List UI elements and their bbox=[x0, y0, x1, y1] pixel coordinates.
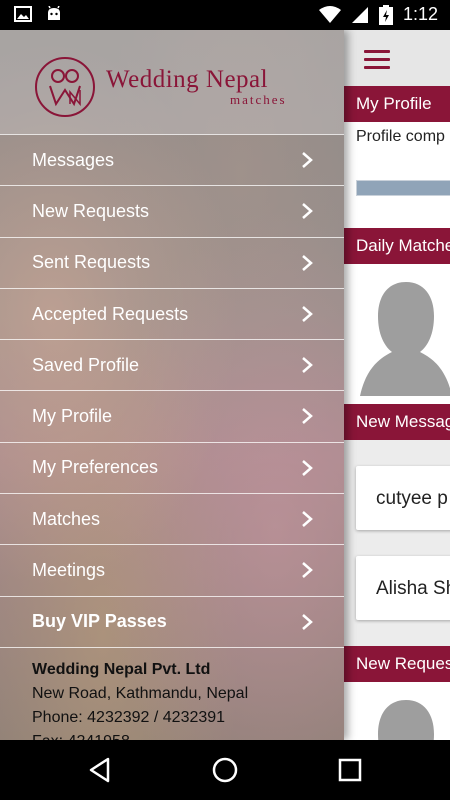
profile-complete-label: Profile comp bbox=[356, 128, 445, 145]
company-phone: Phone: 4232392 / 4232391 bbox=[32, 709, 226, 726]
daily-matches-header: Daily Matche bbox=[344, 228, 450, 264]
new-requests-header: New Reques bbox=[344, 646, 450, 682]
menu-item-label: Sent Requests bbox=[32, 252, 151, 273]
menu-item-label: Accepted Requests bbox=[32, 303, 189, 324]
chevron-right-icon bbox=[302, 152, 313, 168]
menu-item-label: Messages bbox=[32, 149, 115, 170]
chevron-right-icon bbox=[302, 511, 313, 528]
menu-item-label: Saved Profile bbox=[32, 354, 140, 375]
chevron-right-icon bbox=[302, 305, 313, 322]
divider bbox=[0, 646, 344, 648]
menu-item-messages[interactable]: Messages bbox=[0, 134, 344, 185]
brand-name: Wedding Nepal bbox=[106, 66, 269, 93]
menu-item-matches[interactable]: Matches bbox=[0, 493, 344, 544]
menu-item-label: My Profile bbox=[32, 406, 113, 427]
menu-item-buy-vip-passes[interactable]: Buy VIP Passes bbox=[0, 595, 344, 647]
menu-item-sent-requests[interactable]: Sent Requests bbox=[0, 236, 344, 288]
chevron-right-icon bbox=[302, 408, 313, 425]
new-requests-panel bbox=[344, 682, 450, 740]
system-nav-bar bbox=[0, 740, 450, 800]
company-name: Wedding Nepal Pvt. Ltd bbox=[32, 661, 211, 678]
menu-item-meetings[interactable]: Meetings bbox=[0, 544, 344, 595]
recents-icon[interactable] bbox=[336, 756, 364, 784]
chevron-right-icon bbox=[302, 613, 313, 630]
menu-item-my-preferences[interactable]: My Preferences bbox=[0, 441, 344, 493]
back-icon[interactable] bbox=[86, 756, 114, 784]
wifi-icon bbox=[318, 5, 341, 23]
drawer-header: Wedding Nepal matches bbox=[0, 30, 344, 134]
navigation-drawer: Wedding Nepal matches Messages New Reque… bbox=[0, 30, 344, 740]
toolbar bbox=[344, 30, 450, 86]
menu-item-label: Matches bbox=[32, 508, 101, 529]
chevron-right-icon bbox=[302, 562, 313, 579]
chevron-right-icon bbox=[302, 203, 313, 220]
profile-photo-placeholder[interactable] bbox=[358, 276, 450, 396]
android-icon bbox=[48, 6, 60, 20]
profile-photo-placeholder[interactable] bbox=[358, 694, 450, 740]
new-messages-header: New Messag bbox=[344, 404, 450, 440]
home-icon[interactable] bbox=[211, 756, 239, 784]
brand-tagline: matches bbox=[230, 92, 287, 107]
profile-progress-bar bbox=[356, 180, 450, 196]
signal-icon bbox=[351, 6, 368, 23]
profile-completion-panel: Profile comp bbox=[344, 122, 450, 228]
chevron-right-icon bbox=[302, 459, 313, 476]
company-address: New Road, Kathmandu, Nepal bbox=[32, 685, 249, 702]
clock: 1:12 bbox=[402, 4, 438, 24]
my-profile-header: My Profile bbox=[344, 86, 450, 122]
status-bar: 1:12 bbox=[0, 0, 450, 30]
menu-item-label: New Requests bbox=[32, 200, 150, 221]
menu-item-my-profile[interactable]: My Profile bbox=[0, 390, 344, 441]
menu-item-new-requests[interactable]: New Requests bbox=[0, 185, 344, 236]
wedding-nepal-logo-icon bbox=[35, 57, 95, 117]
menu-item-label: Buy VIP Passes bbox=[32, 611, 167, 632]
menu-item-saved-profile[interactable]: Saved Profile bbox=[0, 339, 344, 390]
menu-item-accepted-requests[interactable]: Accepted Requests bbox=[0, 287, 344, 339]
daily-matches-panel bbox=[344, 264, 450, 404]
message-card[interactable]: cutyee p bbox=[356, 466, 450, 530]
message-card[interactable]: Alisha Sh bbox=[356, 556, 450, 620]
menu-item-label: My Preferences bbox=[32, 457, 159, 478]
chevron-right-icon bbox=[302, 357, 313, 374]
menu-item-label: Meetings bbox=[32, 560, 106, 581]
chevron-right-icon bbox=[302, 254, 313, 271]
image-icon bbox=[14, 6, 32, 22]
company-info: Wedding Nepal Pvt. Ltd New Road, Kathman… bbox=[32, 658, 248, 740]
drawer-menu: Messages New Requests Sent Requests Acce… bbox=[0, 134, 344, 648]
menu-icon[interactable] bbox=[364, 50, 390, 70]
company-fax: Fax: 4241958 bbox=[32, 730, 248, 740]
battery-icon bbox=[378, 4, 393, 25]
